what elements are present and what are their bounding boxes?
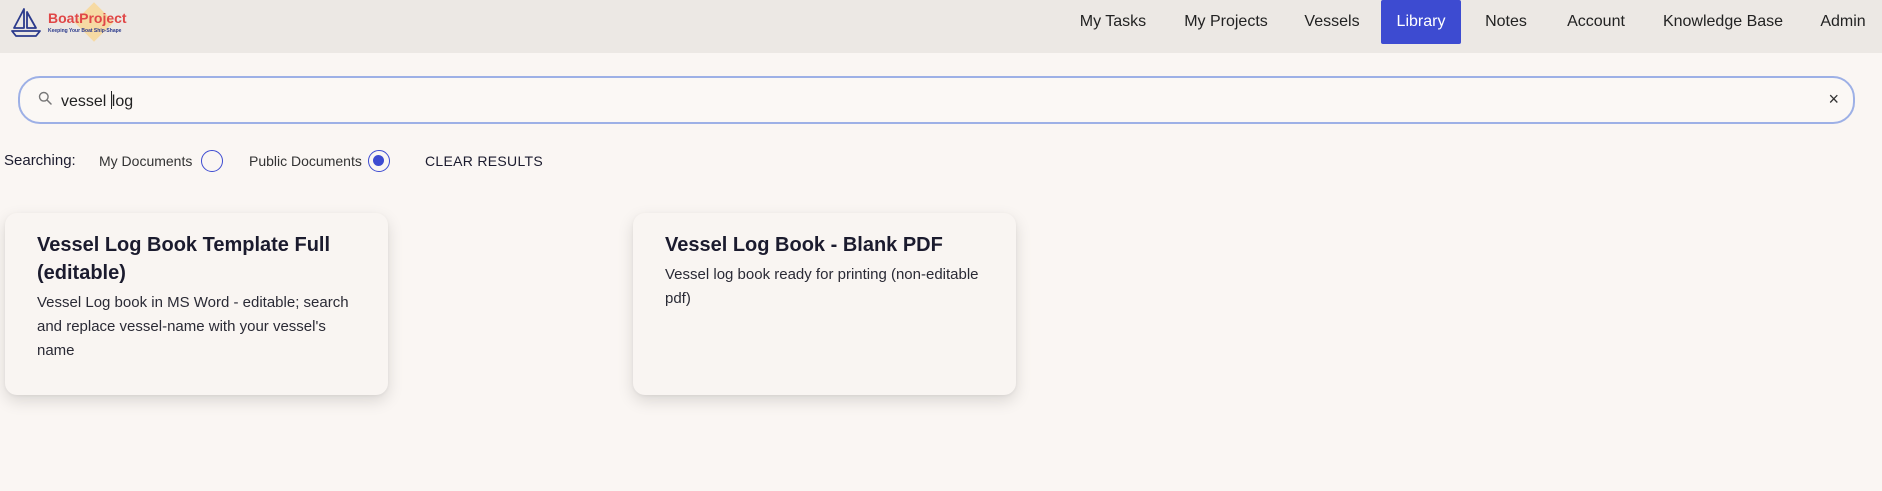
- search-query-before-caret: vessel: [61, 93, 111, 110]
- nav-item-my-tasks[interactable]: My Tasks: [1068, 0, 1158, 44]
- result-title: Vessel Log Book - Blank PDF: [665, 234, 943, 256]
- public-documents-label: Public Documents: [249, 153, 362, 169]
- search-query-after-caret: log: [111, 93, 134, 110]
- public-documents-radio[interactable]: [368, 150, 390, 172]
- result-title: Vessel Log Book Template Full (editable): [37, 234, 331, 284]
- brand-title: BoatProject: [48, 10, 127, 26]
- top-navigation-bar: BoatProject Keeping Your Boat Ship-Shape…: [0, 0, 1882, 53]
- brand-tagline: Keeping Your Boat Ship-Shape: [48, 28, 122, 34]
- nav-item-vessels[interactable]: Vessels: [1296, 0, 1368, 44]
- result-description: Vessel Log book in MS Word - editable; s…: [37, 294, 349, 359]
- nav-item-admin[interactable]: Admin: [1812, 0, 1874, 44]
- nav-item-knowledge-base[interactable]: Knowledge Base: [1656, 0, 1790, 44]
- clear-results-button[interactable]: CLEAR RESULTS: [425, 153, 543, 169]
- nav-item-library[interactable]: Library: [1381, 0, 1461, 44]
- search-input[interactable]: vessel log ×: [18, 76, 1855, 124]
- close-icon[interactable]: ×: [1828, 89, 1839, 109]
- sailboat-icon: [11, 8, 41, 37]
- result-card[interactable]: Vessel Log Book - Blank PDF Vessel log b…: [633, 213, 1016, 395]
- searching-label: Searching:: [4, 152, 76, 169]
- my-documents-radio[interactable]: [201, 150, 223, 172]
- brand-logo[interactable]: BoatProject Keeping Your Boat Ship-Shape: [10, 2, 145, 42]
- search-query: vessel log: [61, 91, 133, 111]
- nav-item-notes[interactable]: Notes: [1476, 0, 1536, 44]
- nav-item-my-projects[interactable]: My Projects: [1176, 0, 1276, 44]
- my-documents-label: My Documents: [99, 153, 193, 169]
- radio-selected-dot: [373, 155, 384, 166]
- search-icon: [38, 91, 52, 105]
- result-card[interactable]: Vessel Log Book Template Full (editable)…: [5, 213, 388, 395]
- nav-item-account[interactable]: Account: [1556, 0, 1636, 44]
- result-description: Vessel log book ready for printing (non-…: [665, 266, 979, 307]
